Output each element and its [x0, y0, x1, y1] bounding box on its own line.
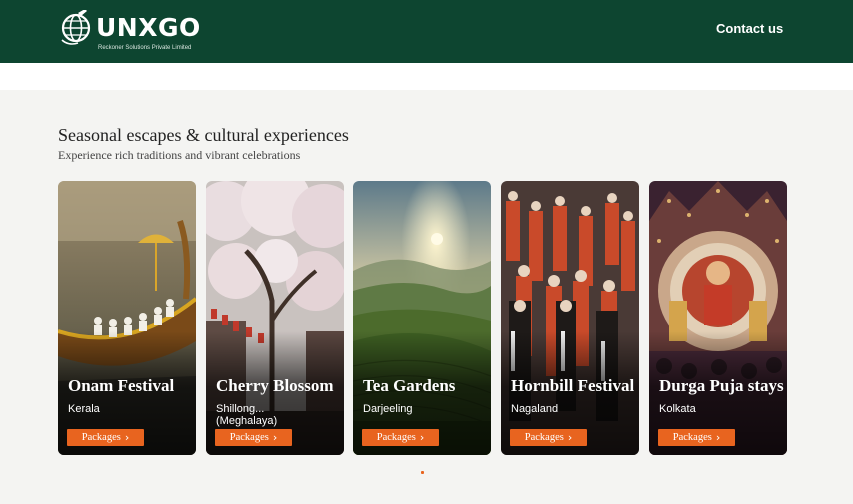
card-title: Tea Gardens — [363, 376, 456, 395]
card-location: Nagaland — [511, 403, 559, 415]
packages-button-label: Packages — [672, 432, 712, 443]
card-title: Durga Puja stays — [659, 376, 784, 395]
packages-button[interactable]: Packages › — [67, 429, 144, 446]
packages-button-label: Packages — [81, 432, 121, 443]
section-subtitle: Experience rich traditions and vibrant c… — [58, 148, 301, 162]
packages-button[interactable]: Packages › — [510, 429, 587, 446]
brand-name: UNXGO — [96, 13, 201, 42]
destination-card-tea-gardens[interactable]: Tea Gardens Darjeeling Packages › — [353, 181, 491, 455]
packages-button-label: Packages — [524, 432, 564, 443]
card-title: Cherry Blossom — [216, 376, 334, 395]
card-title: Hornbill Festival — [511, 376, 635, 395]
destination-card-durga-puja[interactable]: Durga Puja stays Kolkata Packages › — [649, 181, 787, 455]
destination-card-onam[interactable]: Onam Festival Kerala Packages › — [58, 181, 196, 455]
section-title: Seasonal escapes & cultural experiences — [58, 125, 349, 145]
chevron-right-icon: › — [419, 431, 425, 444]
packages-button[interactable]: Packages › — [658, 429, 735, 446]
globe-plane-icon — [61, 10, 91, 45]
brand-subtitle: Reckoner Solutions Private Limited — [98, 45, 192, 51]
chevron-right-icon: › — [567, 431, 573, 444]
card-location: Kolkata — [659, 403, 696, 415]
chevron-right-icon: › — [124, 431, 130, 444]
carousel-indicator-dot[interactable] — [421, 471, 424, 474]
header-spacer — [0, 63, 853, 90]
packages-button[interactable]: Packages › — [215, 429, 292, 446]
destination-card-hornbill-festival[interactable]: Hornbill Festival Nagaland Packages › — [501, 181, 639, 455]
contact-us-link[interactable]: Contact us — [716, 21, 783, 37]
packages-button[interactable]: Packages › — [362, 429, 439, 446]
chevron-right-icon: › — [272, 431, 278, 444]
top-navbar: UNXGO Reckoner Solutions Private Limited… — [0, 0, 853, 63]
chevron-right-icon: › — [715, 431, 721, 444]
packages-button-label: Packages — [229, 432, 269, 443]
card-location: Kerala — [68, 403, 100, 415]
card-location: Darjeeling — [363, 403, 413, 415]
destination-card-cherry-blossom[interactable]: Cherry Blossom Shillong... (Meghalaya) P… — [206, 181, 344, 455]
brand-logo[interactable]: UNXGO Reckoner Solutions Private Limited — [58, 8, 208, 56]
card-location: Shillong... (Meghalaya) — [216, 403, 278, 427]
card-title: Onam Festival — [68, 376, 175, 395]
packages-button-label: Packages — [376, 432, 416, 443]
